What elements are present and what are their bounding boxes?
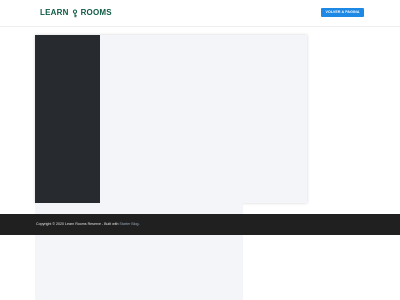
site-logo[interactable]: LEARN ROOMS [40, 8, 112, 18]
header-divider [0, 26, 400, 27]
site-header: LEARN ROOMS VOLVER A PAGINA [0, 0, 400, 26]
app-sidebar [35, 35, 100, 203]
footer-copyright-text: Copyright © 2020 Learn Rooms Reserve - B… [36, 222, 119, 226]
app-content-area [100, 35, 307, 203]
back-to-page-button[interactable]: VOLVER A PAGINA [321, 8, 364, 17]
footer-copyright: Copyright © 2020 Learn Rooms Reserve - B… [36, 222, 140, 227]
starter-blog-link[interactable]: Starter Blog [120, 222, 139, 226]
footer-period: . [138, 222, 140, 226]
logo-text-rooms: ROOMS [80, 8, 112, 17]
logo-text-learn: LEARN [40, 8, 69, 17]
key-icon [71, 8, 79, 18]
